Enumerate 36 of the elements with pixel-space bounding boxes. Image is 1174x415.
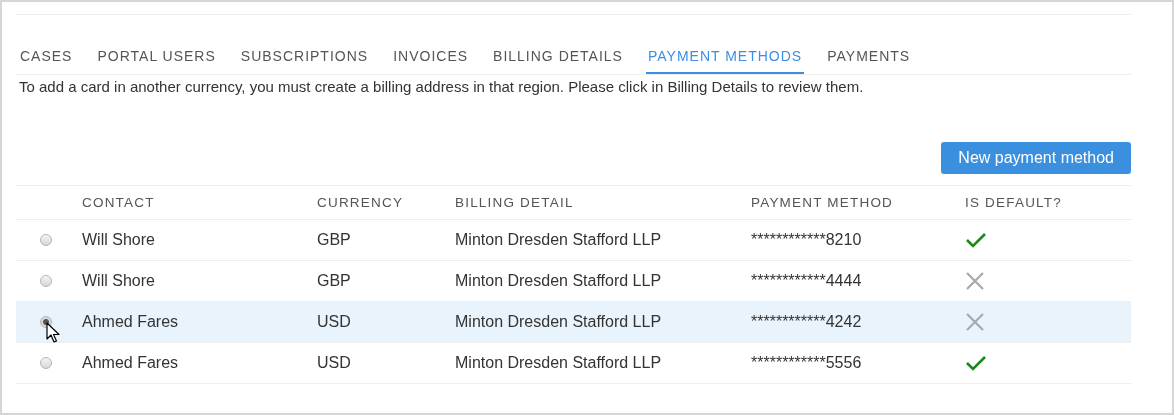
tab[interactable]: PAYMENTS xyxy=(825,45,913,74)
column-header: PAYMENT METHOD xyxy=(751,195,895,210)
tab[interactable]: INVOICES xyxy=(391,45,471,74)
radio-button[interactable] xyxy=(40,275,52,287)
tab[interactable]: PAYMENT METHODS xyxy=(645,45,805,74)
tab[interactable]: BILLING DETAILS xyxy=(491,45,625,74)
table-cell-text: Minton Dresden Stafford LLP xyxy=(455,313,663,331)
table-cell-text: ************4242 xyxy=(751,313,863,331)
table-cell-text: USD xyxy=(317,313,352,331)
cursor-icon xyxy=(46,322,60,344)
table-row[interactable]: Ahmed Fares USD Minton Dresden Stafford LLP ************5556 xyxy=(16,343,1131,384)
tab[interactable]: PORTAL USERS xyxy=(95,45,218,74)
table-cell-text: GBP xyxy=(317,231,352,249)
table-cell-text: Ahmed Fares xyxy=(82,313,180,331)
tab[interactable]: SUBSCRIPTIONS xyxy=(238,45,371,74)
table-row[interactable]: Will Shore GBP Minton Dresden Stafford LLP ************8210 xyxy=(16,220,1131,261)
column-header: CONTACT xyxy=(82,195,156,210)
table-cell-text: Minton Dresden Stafford LLP xyxy=(455,272,663,290)
table-cell-text: ************5556 xyxy=(751,354,863,372)
column-header: IS DEFAULT? xyxy=(965,195,1063,210)
radio-button[interactable] xyxy=(40,234,52,246)
column-header: BILLING DETAIL xyxy=(455,195,575,210)
info-text: To add a card in another currency, you must create a billing address in that region. Please click in Billing Details to review them. xyxy=(19,78,865,95)
table-cell-text: Will Shore xyxy=(82,231,156,249)
table-cell-text: ************8210 xyxy=(751,231,863,249)
table-cell-text: USD xyxy=(317,354,352,372)
table-cell-text: Minton Dresden Stafford LLP xyxy=(455,354,663,372)
table-cell-text: GBP xyxy=(317,272,352,290)
table-cell-text: Will Shore xyxy=(82,272,156,290)
table-cell-text: ************4444 xyxy=(751,272,863,290)
table-row[interactable]: Ahmed Fares USD Minton Dresden Stafford LLP ************4242 xyxy=(16,302,1131,343)
table-cell-text: Ahmed Fares xyxy=(82,354,180,372)
radio-button[interactable] xyxy=(40,357,52,369)
tab[interactable]: CASES xyxy=(18,45,75,74)
column-header: CURRENCY xyxy=(317,195,405,210)
table-cell-text: Minton Dresden Stafford LLP xyxy=(455,231,663,249)
